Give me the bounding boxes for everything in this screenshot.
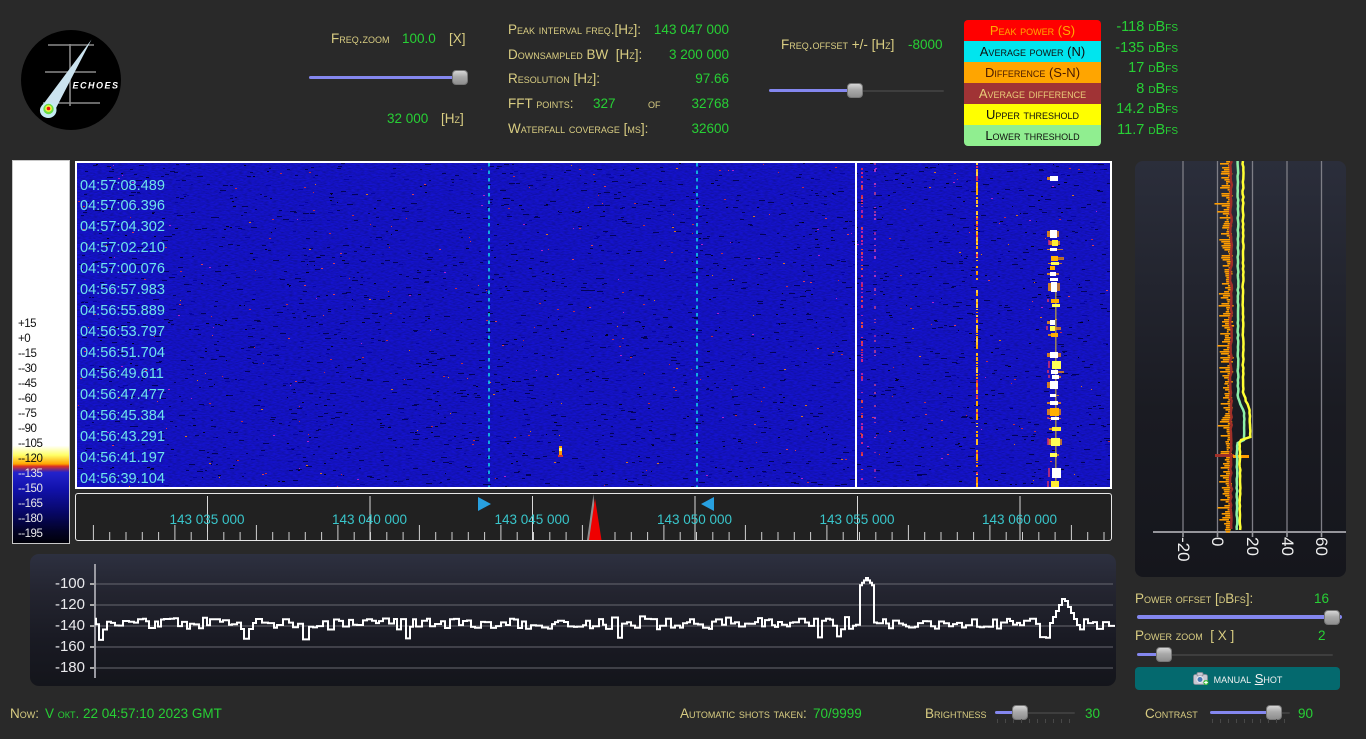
svg-text:ECHOES: ECHOES [73, 81, 120, 91]
